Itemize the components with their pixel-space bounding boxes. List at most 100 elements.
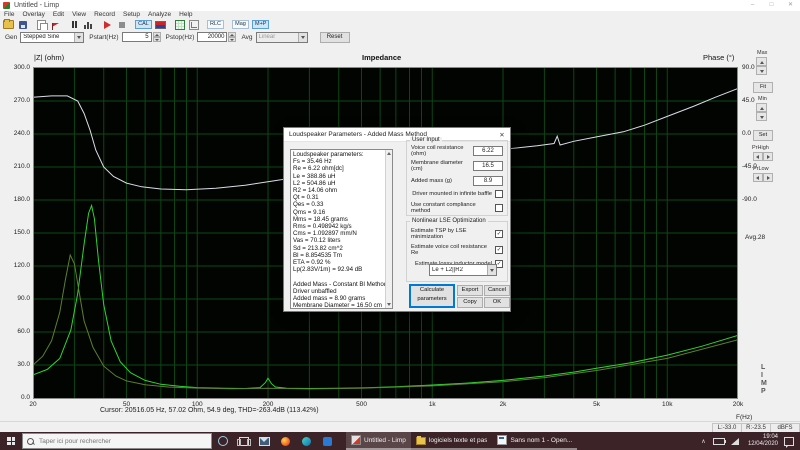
gen-label: Gen xyxy=(5,34,17,41)
taskbar-clock[interactable]: 19:04 12/04/2020 xyxy=(748,434,778,448)
color-mode-button[interactable] xyxy=(50,20,61,29)
export-button[interactable]: Export xyxy=(457,285,483,296)
calibrate-button[interactable]: CAL xyxy=(135,20,152,29)
taskbar-app-writer[interactable]: Sans nom 1 - Open... xyxy=(492,432,577,450)
open-button[interactable] xyxy=(3,20,14,29)
network-icon[interactable] xyxy=(731,438,739,445)
spin-up-icon[interactable] xyxy=(756,57,767,66)
pstart-spinner[interactable] xyxy=(153,32,161,42)
prlow-arrows[interactable] xyxy=(753,173,773,182)
taskbar-app-limp[interactable]: Untitled - Limp xyxy=(346,432,411,450)
avg-counter: Avg.28 xyxy=(745,234,765,241)
windows-logo-icon xyxy=(7,437,15,445)
battery-icon[interactable] xyxy=(713,438,725,445)
freq-axis-label: F(Hz) xyxy=(736,414,752,421)
copy-button[interactable]: Copy xyxy=(457,297,483,308)
checkbox[interactable]: ✓ xyxy=(495,246,503,254)
textbox-scrollbar[interactable] xyxy=(385,150,392,308)
prhigh-arrows[interactable] xyxy=(753,152,773,161)
max-spinner[interactable] xyxy=(756,57,767,75)
action-center-icon[interactable] xyxy=(784,437,794,446)
spin-down-icon[interactable] xyxy=(228,37,236,42)
pause-button[interactable] xyxy=(69,20,80,29)
tray-chevron-icon[interactable]: ∧ xyxy=(697,438,710,445)
menu-view[interactable]: View xyxy=(68,11,90,19)
x-tick: 10k xyxy=(662,401,672,408)
menu-file[interactable]: File xyxy=(0,11,18,19)
spin-up-icon[interactable] xyxy=(756,103,767,112)
mag-phase-view-button[interactable]: M+P xyxy=(252,20,269,29)
spin-down-icon[interactable] xyxy=(153,37,161,42)
scroll-down-icon[interactable] xyxy=(387,303,391,306)
checkbox[interactable] xyxy=(495,204,503,212)
parameters-textbox[interactable]: Loudspeaker parameters: Fs = 35.46 Hz Re… xyxy=(290,149,393,309)
start-button[interactable] xyxy=(0,432,22,450)
mail-button[interactable] xyxy=(254,432,275,450)
dialog-title: Loudspeaker Parameters - Added Mass Meth… xyxy=(289,131,494,138)
taskbar-app-folder[interactable]: logiciels texte et pas xyxy=(411,432,493,450)
save-button[interactable] xyxy=(17,20,28,29)
min-spinner[interactable] xyxy=(756,103,767,121)
spectrum-button[interactable] xyxy=(83,20,94,29)
folder-app-icon xyxy=(416,437,426,445)
record-stop-button[interactable] xyxy=(116,20,127,29)
arrow-left-icon[interactable] xyxy=(753,152,763,161)
cancel-button[interactable]: Cancel xyxy=(484,285,510,296)
search-input[interactable] xyxy=(37,437,191,446)
mag-view-button[interactable]: Mag xyxy=(232,20,249,29)
menu-overlay[interactable]: Overlay xyxy=(18,11,48,19)
record-start-button[interactable] xyxy=(102,20,113,29)
generator-setup-button[interactable] xyxy=(155,20,166,29)
scroll-up-icon[interactable] xyxy=(387,152,391,155)
limp-logo: LIMP xyxy=(761,364,767,396)
edge-button[interactable] xyxy=(296,432,317,450)
cortana-button[interactable] xyxy=(212,432,233,450)
copy-button[interactable] xyxy=(36,20,47,29)
measurement-setup-button[interactable] xyxy=(174,20,185,29)
prlow-label: PrLow xyxy=(753,166,769,172)
avg-select: Linear xyxy=(256,32,308,43)
pstop-input[interactable]: 20000 xyxy=(197,32,227,42)
calculate-parameters-button[interactable]: Calculate parameters xyxy=(409,284,455,308)
menu-bar: FileOverlayEditViewRecordSetupAnalyzeHel… xyxy=(0,11,800,19)
menu-record[interactable]: Record xyxy=(90,11,119,19)
spin-down-icon[interactable] xyxy=(756,112,767,121)
pstart-input[interactable]: 5 xyxy=(122,32,152,42)
menu-help[interactable]: Help xyxy=(175,11,196,19)
dialog-close-button[interactable]: ✕ xyxy=(494,131,510,139)
graph-setup-button[interactable] xyxy=(188,20,199,29)
menu-setup[interactable]: Setup xyxy=(119,11,144,19)
firefox-button[interactable] xyxy=(275,432,296,450)
task-view-button[interactable] xyxy=(233,432,254,450)
arrow-left-icon[interactable] xyxy=(753,173,763,182)
arrow-right-icon[interactable] xyxy=(763,152,773,161)
rlc-button[interactable]: RLC xyxy=(207,20,224,29)
prhigh-label: PrHigh xyxy=(752,145,769,151)
minimize-button[interactable]: – xyxy=(743,0,762,11)
pstop-spinner[interactable] xyxy=(228,32,236,42)
check-row: Use constant compliance method xyxy=(411,202,503,214)
inductor-model-select[interactable]: Le + L2||R2 xyxy=(429,264,497,276)
user-input-group: User Input Voice coil resistance (ohm)6.… xyxy=(406,140,508,216)
fit-button[interactable]: Fit xyxy=(753,82,773,93)
photos-button[interactable] xyxy=(317,432,338,450)
menu-analyze[interactable]: Analyze xyxy=(144,11,175,19)
ok-button[interactable]: OK xyxy=(484,297,510,308)
maximize-button[interactable]: □ xyxy=(762,0,781,11)
close-button[interactable]: ✕ xyxy=(781,0,800,11)
checkbox[interactable] xyxy=(495,190,503,198)
arrow-right-icon[interactable] xyxy=(763,173,773,182)
measurement-grid-icon xyxy=(175,20,185,30)
generator-type-select[interactable]: Stepped Sine xyxy=(20,32,84,43)
field-input[interactable]: 6.22 xyxy=(473,146,503,156)
taskbar-search[interactable] xyxy=(22,433,212,449)
field-input[interactable]: 16.5 xyxy=(473,161,503,171)
set-button[interactable]: Set xyxy=(753,130,773,141)
field-input[interactable]: 8.9 xyxy=(473,176,503,186)
checkbox[interactable]: ✓ xyxy=(495,230,503,238)
reset-button[interactable]: Reset xyxy=(320,32,350,43)
y-left-tick: 300.0 xyxy=(1,64,30,71)
x-tick: 20 xyxy=(29,401,36,408)
menu-edit[interactable]: Edit xyxy=(49,11,68,19)
spin-down-icon[interactable] xyxy=(756,66,767,75)
